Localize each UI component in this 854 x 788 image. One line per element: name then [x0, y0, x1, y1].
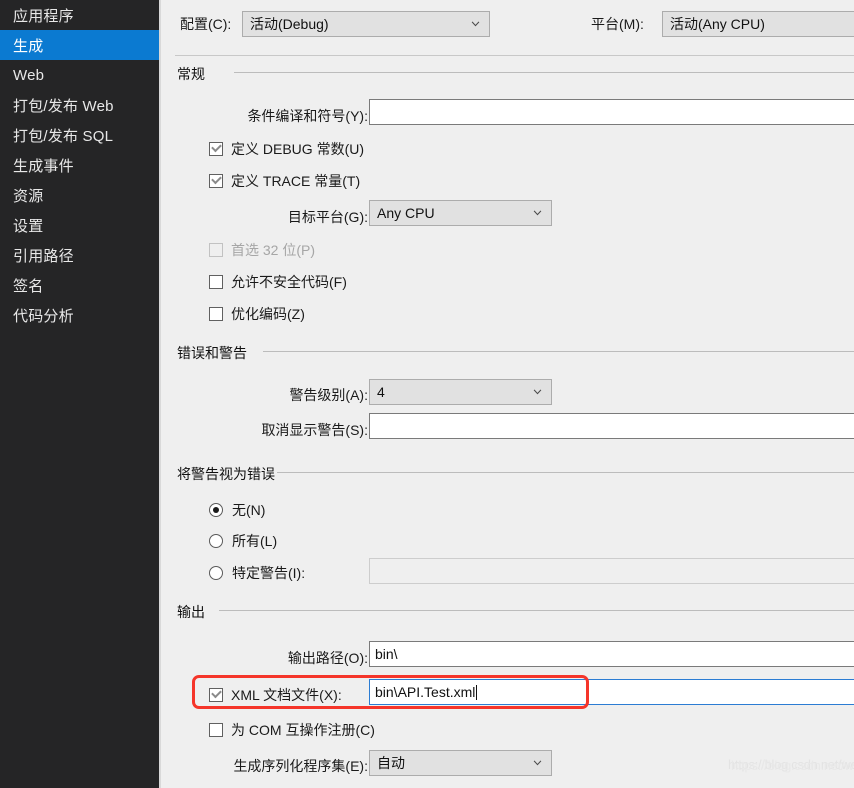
- configuration-label: 配置(C):: [180, 16, 232, 32]
- sidebar-item-label: 应用程序: [13, 7, 74, 25]
- checkbox-checked-icon: [209, 173, 223, 188]
- xml-documentation-checkbox[interactable]: XML 文档文件(X):: [209, 685, 342, 705]
- target-platform-label: 目标平台(G):: [287, 209, 368, 225]
- sidebar-item-code-analysis[interactable]: 代码分析: [0, 300, 159, 330]
- suppress-warnings-input[interactable]: [369, 413, 854, 439]
- sidebar-item-package-publish-sql[interactable]: 打包/发布 SQL: [0, 120, 159, 150]
- xml-documentation-value: bin\API.Test.xml: [375, 684, 476, 700]
- output-path-input[interactable]: bin\: [369, 641, 854, 667]
- define-debug-checkbox[interactable]: 定义 DEBUG 常数(U): [209, 139, 364, 159]
- checkbox-unchecked-icon: [209, 307, 223, 321]
- project-properties-window: 应用程序 生成 Web 打包/发布 Web 打包/发布 SQL 生成事件 资源 …: [0, 0, 854, 788]
- configuration-separator: [175, 55, 854, 56]
- output-path-value: bin\: [375, 646, 398, 662]
- treat-warnings-none-radio[interactable]: 无(N): [209, 500, 265, 520]
- warning-level-label: 警告级别(A):: [289, 387, 368, 403]
- sidebar-item-label: 生成事件: [13, 157, 74, 175]
- chevron-down-icon: [533, 210, 542, 216]
- conditional-symbols-label: 条件编译和符号(Y):: [247, 108, 368, 124]
- radio-unselected-icon: [209, 566, 223, 580]
- allow-unsafe-code-checkbox[interactable]: 允许不安全代码(F): [209, 272, 347, 292]
- treat-warnings-all-label: 所有(L): [232, 533, 278, 549]
- radio-selected-icon: [209, 503, 223, 517]
- errors-warnings-group-rule: [263, 351, 854, 352]
- sidebar-item-build-events[interactable]: 生成事件: [0, 150, 159, 180]
- treat-warnings-group-title: 将警告视为错误: [177, 464, 284, 484]
- register-com-interop-checkbox[interactable]: 为 COM 互操作注册(C): [209, 720, 375, 740]
- build-settings-pane: 配置(C): 活动(Debug) 平台(M): 活动(Any CPU) 常规 条…: [161, 0, 854, 788]
- serialization-assembly-label: 生成序列化程序集(E):: [233, 758, 368, 774]
- chevron-down-icon: [533, 389, 542, 395]
- treat-warnings-group-rule: [277, 472, 854, 473]
- xml-documentation-input[interactable]: bin\API.Test.xml: [369, 679, 854, 705]
- suppress-warnings-label: 取消显示警告(S):: [261, 422, 368, 438]
- allow-unsafe-code-label: 允许不安全代码(F): [231, 274, 347, 290]
- serialization-assembly-value: 自动: [377, 755, 405, 771]
- sidebar-item-settings[interactable]: 设置: [0, 210, 159, 240]
- treat-warnings-all-radio[interactable]: 所有(L): [209, 531, 277, 551]
- sidebar-item-web[interactable]: Web: [0, 60, 159, 90]
- sidebar-item-signing[interactable]: 签名: [0, 270, 159, 300]
- sidebar-item-label: 签名: [13, 277, 44, 295]
- define-trace-checkbox[interactable]: 定义 TRACE 常量(T): [209, 171, 360, 191]
- conditional-symbols-input[interactable]: [369, 99, 854, 125]
- checkbox-unchecked-disabled-icon: [209, 243, 223, 257]
- sidebar-item-package-publish-web[interactable]: 打包/发布 Web: [0, 90, 159, 120]
- register-com-interop-label: 为 COM 互操作注册(C): [231, 722, 375, 738]
- configuration-dropdown-value: 活动(Debug): [250, 16, 329, 32]
- sidebar-item-label: 生成: [13, 37, 44, 55]
- treat-warnings-none-label: 无(N): [232, 502, 266, 518]
- chevron-down-icon: [533, 760, 542, 766]
- define-trace-label: 定义 TRACE 常量(T): [231, 173, 361, 189]
- prefer-32bit-label: 首选 32 位(P): [231, 242, 316, 258]
- sidebar-item-application[interactable]: 应用程序: [0, 0, 159, 30]
- text-cursor: [476, 684, 478, 700]
- general-group-title: 常规: [177, 64, 214, 84]
- serialization-assembly-dropdown[interactable]: 自动: [369, 750, 552, 776]
- output-group-rule: [219, 610, 854, 611]
- sidebar-item-label: 资源: [13, 187, 44, 205]
- sidebar: 应用程序 生成 Web 打包/发布 Web 打包/发布 SQL 生成事件 资源 …: [0, 0, 168, 788]
- sidebar-item-build[interactable]: 生成: [0, 30, 168, 60]
- checkbox-unchecked-icon: [209, 275, 223, 289]
- output-path-label: 输出路径(O):: [287, 650, 368, 666]
- prefer-32bit-checkbox: 首选 32 位(P): [209, 240, 315, 260]
- output-group-title: 输出: [177, 602, 214, 622]
- watermark-label-shadow: https://blog.csdn.net/weixin_46879188: [731, 758, 854, 773]
- checkbox-unchecked-icon: [209, 723, 223, 737]
- target-platform-dropdown[interactable]: Any CPU: [369, 200, 552, 226]
- define-debug-label: 定义 DEBUG 常数(U): [231, 141, 364, 157]
- sidebar-item-reference-paths[interactable]: 引用路径: [0, 240, 159, 270]
- general-group-rule: [234, 72, 854, 73]
- sidebar-item-label: 代码分析: [13, 307, 74, 325]
- treat-warnings-specific-label: 特定警告(I):: [232, 565, 306, 581]
- warning-level-value: 4: [377, 384, 385, 400]
- chevron-down-icon: [471, 21, 480, 27]
- configuration-bar: 配置(C): 活动(Debug) 平台(M): 活动(Any CPU): [161, 0, 854, 56]
- warning-level-dropdown[interactable]: 4: [369, 379, 552, 405]
- watermark-text: https://blog.csdn.net/weixin_46879188 ht…: [728, 757, 854, 773]
- configuration-dropdown[interactable]: 活动(Debug): [242, 11, 490, 37]
- sidebar-item-resources[interactable]: 资源: [0, 180, 159, 210]
- platform-dropdown-value: 活动(Any CPU): [670, 16, 765, 32]
- platform-dropdown[interactable]: 活动(Any CPU): [662, 11, 854, 37]
- treat-warnings-specific-radio[interactable]: 特定警告(I):: [209, 563, 305, 583]
- errors-warnings-group-title: 错误和警告: [177, 343, 256, 363]
- checkbox-checked-icon: [209, 141, 223, 156]
- sidebar-item-label: 设置: [13, 217, 44, 235]
- sidebar-item-label: 打包/发布 SQL: [13, 127, 114, 145]
- checkbox-checked-icon: [209, 687, 223, 702]
- specific-warnings-input: [369, 558, 854, 584]
- sidebar-item-label: 打包/发布 Web: [13, 97, 114, 115]
- radio-unselected-icon: [209, 534, 223, 548]
- xml-documentation-label: XML 文档文件(X):: [231, 687, 342, 703]
- optimize-code-label: 优化编码(Z): [231, 306, 305, 322]
- platform-label: 平台(M):: [591, 16, 644, 32]
- sidebar-item-label: Web: [13, 66, 45, 84]
- optimize-code-checkbox[interactable]: 优化编码(Z): [209, 304, 305, 324]
- target-platform-value: Any CPU: [377, 205, 435, 221]
- sidebar-item-label: 引用路径: [13, 247, 74, 265]
